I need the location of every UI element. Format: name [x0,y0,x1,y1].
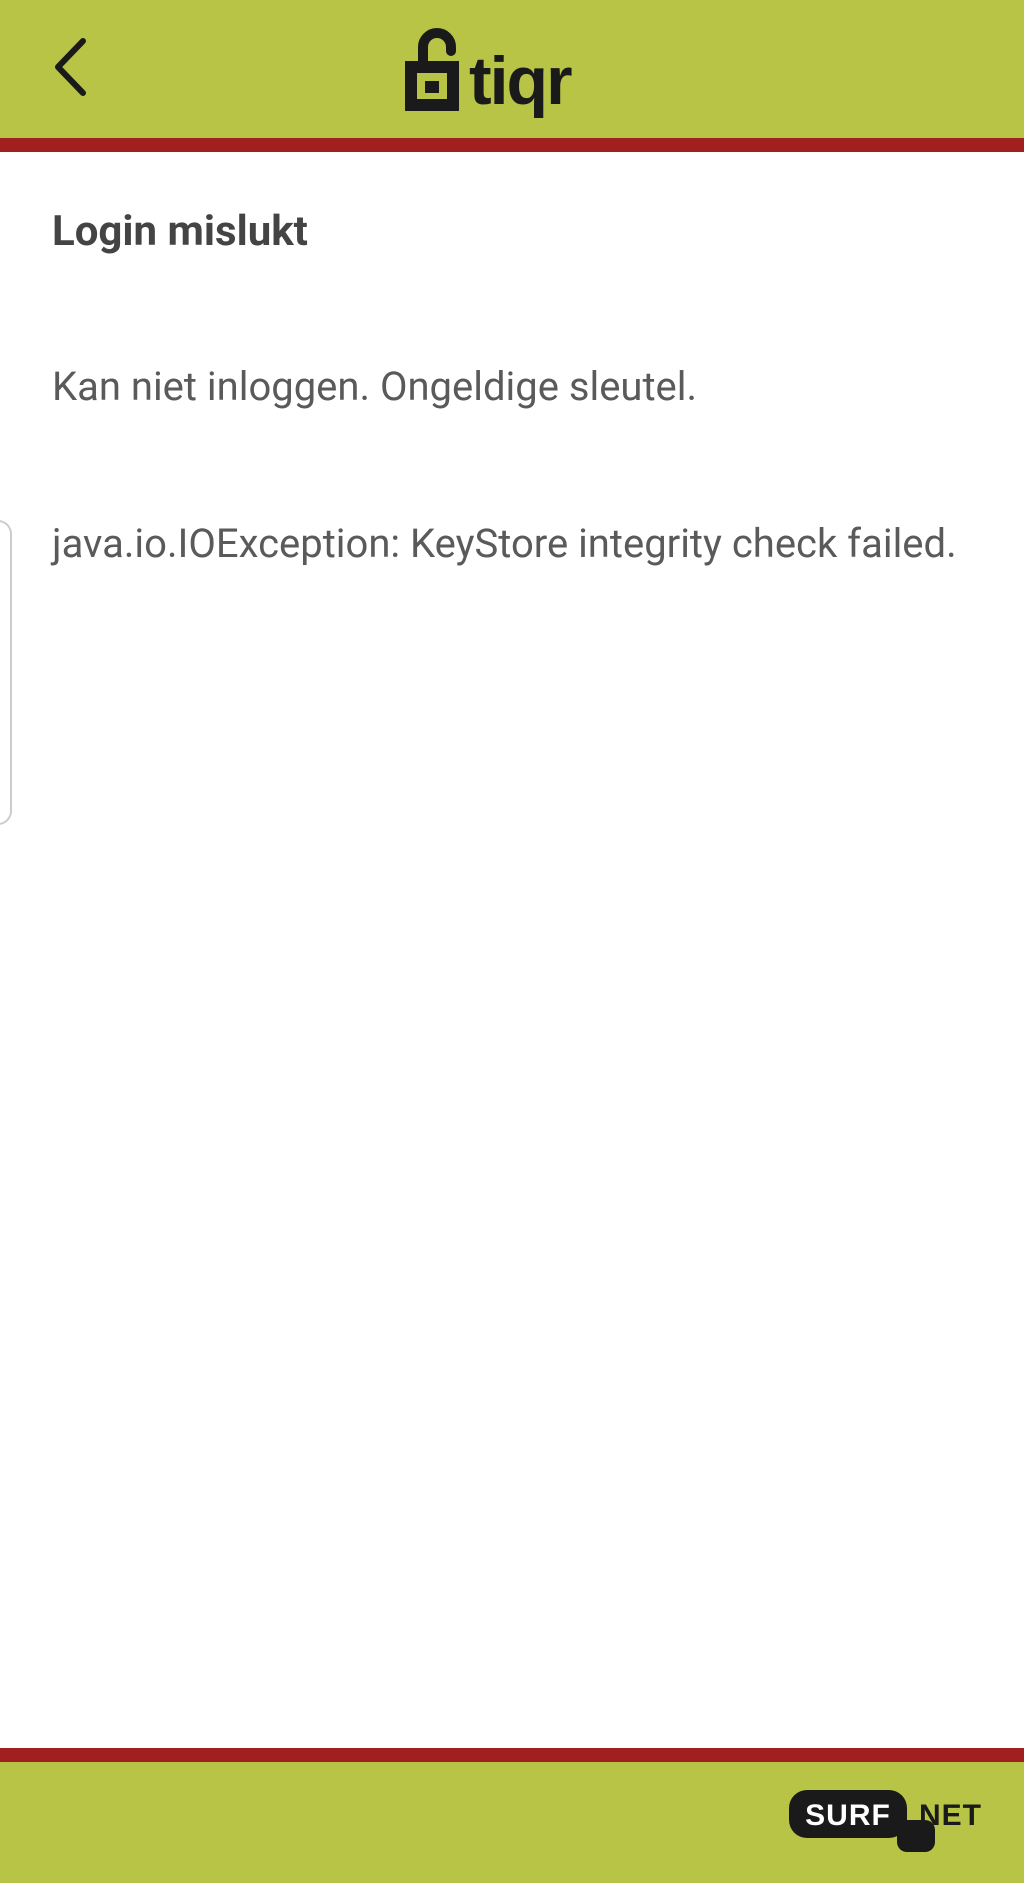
page-title: Login mislukt [52,207,972,256]
tiqr-logo: tiqr [395,19,630,119]
chevron-left-icon [50,36,88,98]
tiqr-logo-icon: tiqr [395,19,630,119]
surfnet-logo: SURF NET [789,1785,994,1860]
error-message: Kan niet inloggen. Ongeldige sleutel. [52,361,972,413]
svg-text:SURF: SURF [805,1799,891,1832]
surfnet-logo-icon: SURF NET [789,1785,994,1860]
back-button[interactable] [50,36,88,102]
error-detail: java.io.IOException: KeyStore integrity … [52,518,972,570]
svg-text:NET: NET [919,1799,982,1832]
footer: SURF NET [0,1748,1024,1883]
header: tiqr [0,0,1024,152]
side-tab[interactable] [0,520,12,825]
content-area: Login mislukt Kan niet inloggen. Ongeldi… [0,152,1024,1748]
svg-text:tiqr: tiqr [469,43,572,119]
